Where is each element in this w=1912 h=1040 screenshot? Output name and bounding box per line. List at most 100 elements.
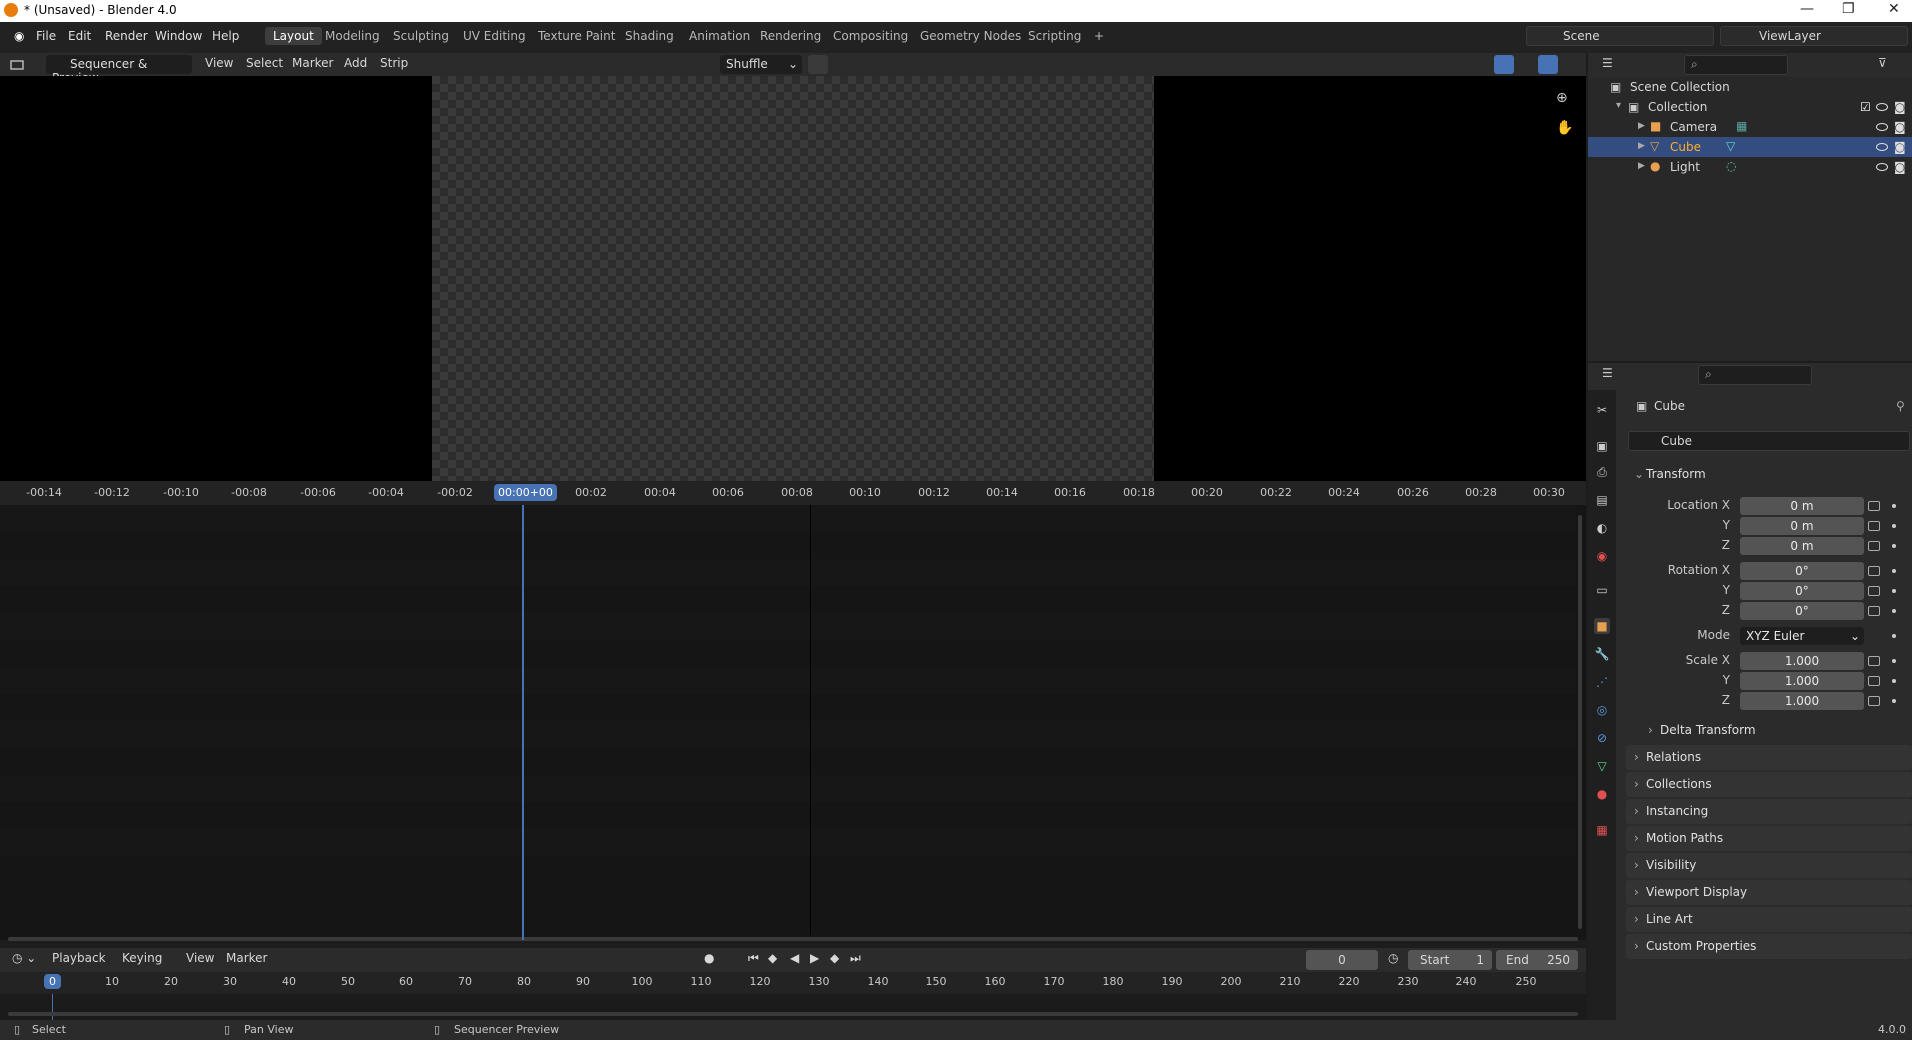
menu-timeline-view[interactable]: View	[186, 951, 214, 965]
menu-timeline-marker[interactable]: Marker	[226, 951, 267, 965]
eye-icon[interactable]	[1876, 143, 1888, 151]
rotation-x-field[interactable]: 0°	[1740, 562, 1864, 580]
outliner-item-cube[interactable]: ▶ ▽ Cube ▽ ◙	[1588, 137, 1912, 157]
lock-icon[interactable]	[1868, 696, 1880, 706]
world-tab-icon[interactable]: ◉	[1594, 548, 1610, 564]
gizmo-icon[interactable]	[1422, 55, 1442, 74]
play-reverse-icon[interactable]: ◀	[790, 951, 799, 965]
record-icon[interactable]: ●	[704, 951, 714, 965]
visibility-panel[interactable]: › Visibility	[1626, 853, 1912, 878]
view-type-dropdown[interactable]: Sequencer & Preview ⌄	[46, 55, 192, 85]
menu-keying[interactable]: Keying	[122, 951, 162, 965]
tab-shading[interactable]: Shading	[617, 27, 682, 45]
preview-range-icon[interactable]: ◷	[1388, 951, 1398, 965]
menu-select[interactable]: Select	[246, 56, 283, 70]
menu-window[interactable]: Window	[151, 28, 206, 44]
timeline-playhead[interactable]	[52, 994, 53, 1020]
properties-search-input[interactable]: ⌕	[1698, 365, 1812, 385]
timeline-editor-icon[interactable]: ◷ ⌄	[12, 951, 36, 965]
tab-geometry-nodes[interactable]: Geometry Nodes	[912, 27, 1029, 45]
scale-y-field[interactable]: 1.000	[1740, 672, 1864, 690]
expand-icon[interactable]: ▶	[1638, 121, 1645, 131]
sequencer-preview[interactable]: ⊕ ✋	[0, 76, 1586, 481]
menu-marker[interactable]: Marker	[292, 56, 333, 70]
outliner-search-input[interactable]: ⌕	[1684, 55, 1788, 75]
tab-sculpting[interactable]: Sculpting	[385, 27, 457, 45]
current-frame-field[interactable]: 0	[1306, 950, 1378, 970]
instancing-panel[interactable]: › Instancing	[1626, 799, 1912, 824]
outliner-item-camera[interactable]: ▶ ■ Camera ▦ ◙	[1588, 117, 1912, 137]
tab-layout[interactable]: Layout	[265, 27, 322, 45]
keyframe-dot-icon[interactable]	[1892, 659, 1896, 663]
end-frame-field[interactable]: End 250	[1496, 950, 1578, 970]
outliner-item-light[interactable]: ▶ ● Light ◌ ◙	[1588, 157, 1912, 177]
display-channel-icon[interactable]	[1538, 55, 1558, 74]
eye-icon[interactable]	[1876, 123, 1888, 131]
modifier-tab-icon[interactable]: 🔧	[1594, 646, 1610, 662]
scale-z-field[interactable]: 1.000	[1740, 692, 1864, 710]
keyframe-dot-icon[interactable]	[1892, 634, 1896, 638]
camera-render-icon[interactable]: ◙	[1894, 160, 1906, 174]
collapse-icon[interactable]: ▾	[1616, 100, 1621, 111]
transform-panel-header[interactable]: ⌄ Transform	[1626, 462, 1912, 487]
expand-icon[interactable]: ▶	[1638, 161, 1645, 171]
checkbox-icon[interactable]: ☑	[1860, 100, 1871, 114]
line-art-panel[interactable]: › Line Art	[1626, 907, 1912, 932]
motion-paths-panel[interactable]: › Motion Paths	[1626, 826, 1912, 851]
lock-icon[interactable]	[1868, 676, 1880, 686]
location-y-field[interactable]: 0 m	[1740, 517, 1864, 535]
rotation-y-field[interactable]: 0°	[1740, 582, 1864, 600]
hand-pan-icon[interactable]: ✋	[1556, 120, 1573, 136]
render-tab-icon[interactable]: ▣	[1594, 438, 1610, 454]
menu-help[interactable]: Help	[208, 28, 243, 44]
pin-icon[interactable]: ⚲	[1896, 399, 1905, 413]
rotation-z-field[interactable]: 0°	[1740, 602, 1864, 620]
data-tab-icon[interactable]: ▽	[1594, 758, 1610, 774]
blender-menu-icon[interactable]: ◉	[10, 28, 28, 44]
camera-render-icon[interactable]: ◙	[1894, 100, 1906, 114]
outliner-scene-collection[interactable]: ▣ Scene Collection	[1588, 77, 1912, 97]
properties-editor-icon[interactable]: ☰	[1602, 366, 1613, 380]
output-tab-icon[interactable]: ⎙	[1594, 464, 1610, 480]
relations-panel[interactable]: › Relations	[1626, 745, 1912, 770]
expand-icon[interactable]: ▶	[1638, 141, 1645, 151]
rotation-mode-dropdown[interactable]: XYZ Euler ⌄	[1740, 627, 1864, 645]
jump-start-icon[interactable]: ⏮	[748, 951, 759, 966]
menu-render[interactable]: Render	[101, 28, 152, 44]
menu-view[interactable]: View	[205, 56, 233, 70]
view-layer-selector[interactable]: ViewLayer	[1720, 26, 1908, 46]
minimize-button[interactable]: —	[1800, 1, 1814, 17]
timeline-body[interactable]	[0, 994, 1586, 1020]
tab-modeling[interactable]: Modeling	[317, 27, 388, 45]
particles-tab-icon[interactable]: ⋰	[1594, 674, 1610, 690]
camera-render-icon[interactable]: ◙	[1894, 120, 1906, 134]
eye-icon[interactable]	[1876, 163, 1888, 171]
collection-tab-icon[interactable]: ▭	[1594, 582, 1610, 598]
scale-x-field[interactable]: 1.000	[1740, 652, 1864, 670]
object-tab-icon[interactable]: ■	[1594, 618, 1610, 634]
play-icon[interactable]: ▶	[810, 951, 819, 965]
material-tab-icon[interactable]: ●	[1594, 786, 1610, 802]
vertical-scrollbar[interactable]	[1578, 515, 1582, 929]
keyframe-dot-icon[interactable]	[1892, 504, 1896, 508]
overlay-icon[interactable]	[1494, 55, 1514, 74]
scene-selector[interactable]: Scene	[1526, 26, 1714, 46]
location-z-field[interactable]: 0 m	[1740, 537, 1864, 555]
timeline-scrollbar[interactable]	[8, 1012, 1578, 1016]
lock-icon[interactable]	[1868, 501, 1880, 511]
lock-icon[interactable]	[1868, 656, 1880, 666]
texture-tab-icon[interactable]: ▦	[1594, 822, 1610, 838]
editor-type-icon[interactable]	[8, 55, 28, 74]
jump-keyframe-back-icon[interactable]: ◆	[768, 951, 777, 965]
close-button[interactable]: ✕	[1888, 1, 1900, 17]
delta-transform-panel[interactable]: › Delta Transform	[1640, 718, 1912, 743]
sequencer-ruler[interactable]: -00:14 -00:12 -00:10 -00:08 -00:06 -00:0…	[0, 481, 1586, 505]
viewport-display-panel[interactable]: › Viewport Display	[1626, 880, 1912, 905]
keyframe-dot-icon[interactable]	[1892, 679, 1896, 683]
keyframe-dot-icon[interactable]	[1892, 699, 1896, 703]
eye-icon[interactable]	[1876, 103, 1888, 111]
constraints-tab-icon[interactable]: ⊘	[1594, 730, 1610, 746]
tab-rendering[interactable]: Rendering	[752, 27, 829, 45]
snapping-icon[interactable]	[808, 55, 828, 74]
jump-end-icon[interactable]: ⏭	[850, 951, 861, 966]
